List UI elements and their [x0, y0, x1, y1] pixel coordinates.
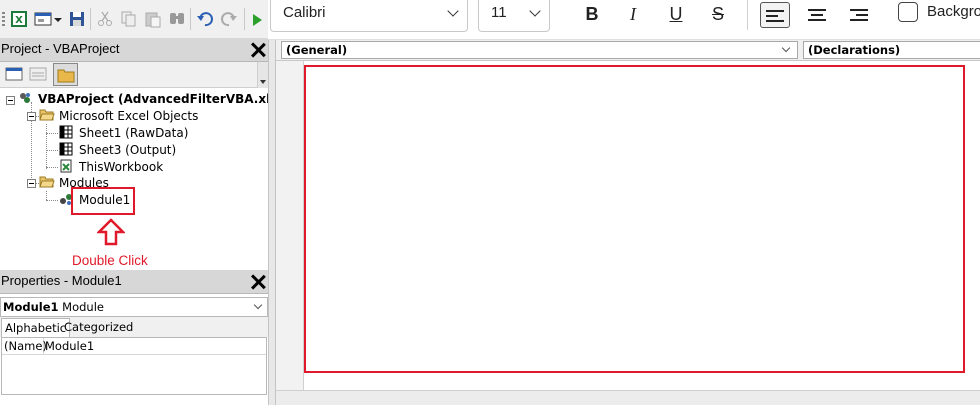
font-size-dropdown[interactable]: 11 — [478, 0, 550, 32]
code-margin-indicator-bar — [276, 61, 304, 390]
toggle-folders-button[interactable] — [53, 63, 78, 86]
tab-categorized[interactable]: Categorized — [61, 318, 136, 337]
underline-button[interactable]: U — [661, 2, 691, 28]
align-right-button[interactable] — [844, 2, 874, 28]
close-icon[interactable] — [250, 42, 266, 58]
project-pane-toolbar — [0, 62, 268, 88]
bold-button[interactable]: B — [577, 2, 607, 28]
tree-collapse-toggle[interactable] — [6, 96, 15, 105]
open-folder-icon — [39, 176, 55, 188]
vbe-standard-toolbar: X — [0, 0, 268, 40]
property-name: (Name) — [4, 338, 47, 355]
procedure-dropdown-value: (Declarations) — [808, 43, 901, 57]
align-center-button[interactable] — [802, 2, 832, 28]
cut-icon[interactable] — [96, 10, 114, 28]
undo-icon[interactable] — [196, 10, 214, 28]
properties-pane-title-text: Properties - Module1 — [1, 273, 122, 288]
object-dropdown-value: (General) — [286, 43, 348, 57]
module1-highlight-box — [71, 187, 135, 215]
vbaproject-icon — [20, 93, 30, 103]
tree-item-label: VBAProject (AdvancedFilterVBA.xlsm) — [38, 92, 296, 106]
up-arrow-icon — [97, 218, 125, 246]
vba-editor-window: X Calibri 11 B I U S Backgro Project - V… — [0, 0, 980, 405]
workbook-icon — [60, 159, 72, 173]
background-checkbox[interactable] — [898, 2, 918, 22]
properties-grid: (Name) Module1 — [1, 337, 267, 395]
code-window-header: (General) (Declarations) — [276, 40, 980, 61]
project-scrollbar[interactable] — [257, 62, 268, 90]
align-left-button[interactable] — [760, 2, 790, 28]
tree-collapse-toggle[interactable] — [27, 179, 36, 188]
double-click-annotation: Double Click — [72, 253, 148, 268]
chevron-down-icon — [253, 300, 263, 310]
pane-splitter[interactable] — [268, 40, 276, 405]
open-folder-icon — [39, 109, 55, 121]
toolbar-separator — [244, 8, 245, 30]
toolbar-separator — [747, 0, 748, 30]
background-label: Backgro — [927, 3, 980, 20]
object-dropdown[interactable]: (General) — [281, 41, 798, 59]
properties-tabs: Alphabetic Categorized — [0, 317, 268, 337]
object-select-dropdown[interactable]: Module1 Module — [0, 297, 268, 317]
object-name: Module1 — [3, 300, 59, 314]
property-row[interactable]: (Name) Module1 — [2, 338, 266, 355]
font-name-dropdown[interactable]: Calibri — [270, 0, 468, 32]
worksheet-icon — [59, 142, 73, 156]
svg-text:X: X — [15, 15, 23, 26]
chevron-down-icon — [529, 5, 541, 17]
align-center-icon — [808, 9, 826, 11]
worksheet-icon — [59, 125, 73, 139]
save-icon[interactable] — [68, 10, 86, 28]
copy-icon[interactable] — [120, 10, 138, 28]
object-type: Module — [62, 300, 104, 314]
chevron-down-icon — [447, 5, 459, 17]
toolbar-separator — [190, 8, 191, 30]
toolbar-separator — [90, 8, 91, 30]
align-right-icon — [850, 9, 868, 11]
tree-collapse-toggle[interactable] — [27, 112, 36, 121]
project-tree: VBAProject (AdvancedFilterVBA.xlsm) Micr… — [0, 88, 295, 270]
property-value[interactable]: Module1 — [45, 338, 94, 354]
run-icon[interactable] — [250, 10, 264, 28]
paste-icon[interactable] — [144, 10, 162, 28]
align-left-icon — [766, 10, 784, 12]
find-icon[interactable] — [168, 10, 186, 28]
tree-item-label: Microsoft Excel Objects — [59, 109, 199, 123]
tree-item-label: ThisWorkbook — [79, 160, 164, 174]
procedure-dropdown[interactable]: (Declarations) — [803, 41, 980, 59]
strikethrough-button[interactable]: S — [703, 2, 733, 28]
folder-icon — [57, 69, 75, 83]
insert-dropdown-arrow-icon[interactable] — [53, 10, 63, 28]
chevron-down-icon — [781, 43, 791, 53]
tree-item-label: Sheet1 (RawData) — [79, 126, 189, 140]
font-name-value: Calibri — [283, 4, 326, 21]
view-object-icon[interactable] — [28, 65, 48, 83]
close-icon[interactable] — [250, 274, 266, 290]
toolbar-grip[interactable] — [2, 12, 5, 28]
redo-icon[interactable] — [220, 10, 238, 28]
code-window-highlight-box — [304, 65, 965, 373]
project-pane-title-text: Project - VBAProject — [1, 41, 120, 56]
insert-userform-icon[interactable] — [34, 10, 52, 28]
font-size-value: 11 — [491, 4, 507, 21]
tree-item-label: Sheet3 (Output) — [79, 143, 177, 157]
view-excel-icon[interactable]: X — [10, 10, 28, 28]
tab-alphabetic[interactable]: Alphabetic — [1, 318, 71, 337]
formatting-toolbar: Calibri 11 B I U S Backgro — [268, 0, 980, 40]
project-pane-title: Project - VBAProject — [0, 38, 268, 62]
italic-button[interactable]: I — [618, 2, 648, 28]
view-code-icon[interactable] — [4, 65, 24, 83]
properties-pane-title: Properties - Module1 — [0, 270, 268, 294]
code-window-bottom-bar — [276, 390, 980, 405]
